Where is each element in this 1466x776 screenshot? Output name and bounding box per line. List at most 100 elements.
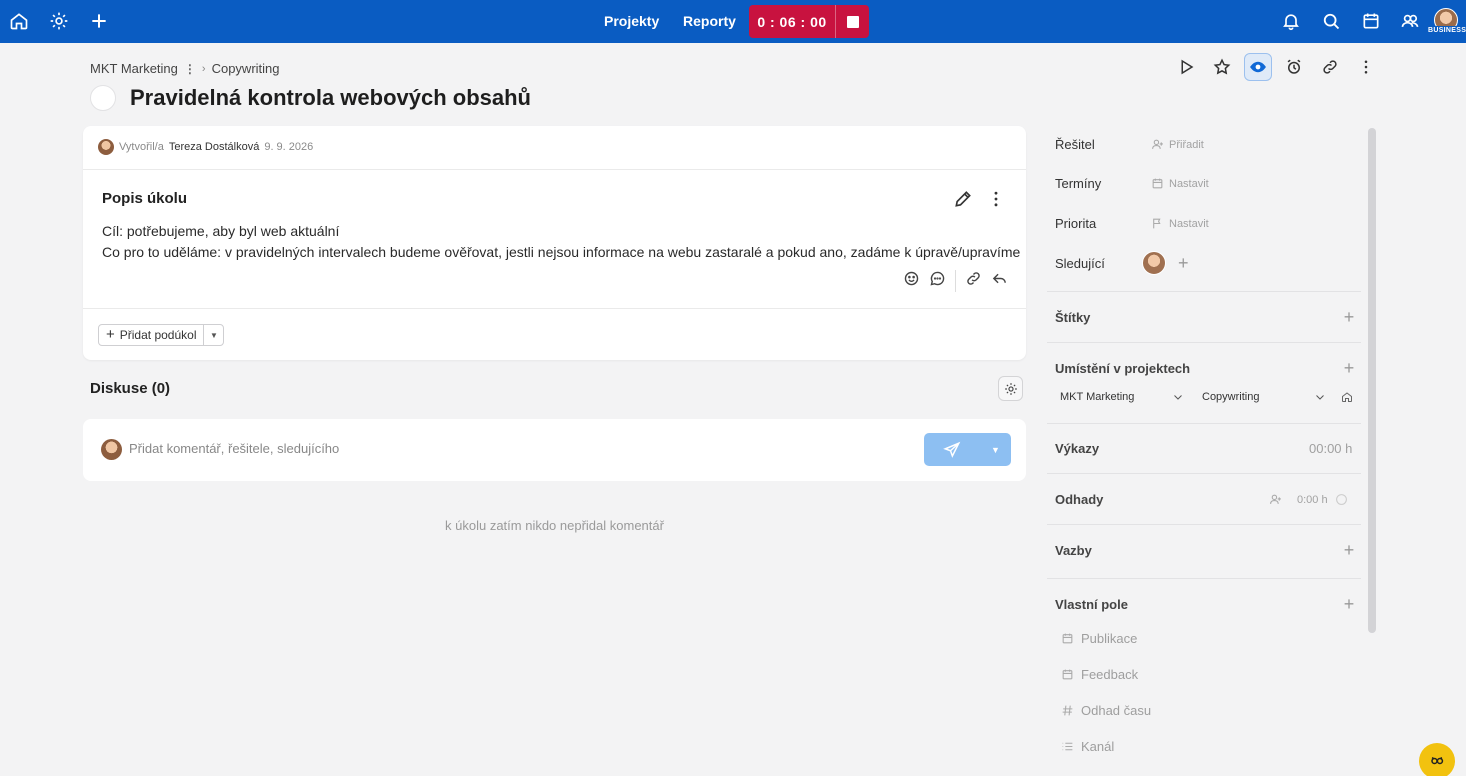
created-label: Vytvořil/a (119, 141, 164, 153)
set-priority-button[interactable]: Nastavit (1151, 217, 1209, 230)
send-button[interactable]: ▼ (924, 433, 1011, 466)
search-icon[interactable] (1320, 10, 1342, 32)
description-line: Co pro to uděláme: v pravidelných interv… (102, 244, 1021, 260)
set-dates-button[interactable]: Nastavit (1151, 177, 1209, 190)
calendar-icon[interactable] (1360, 10, 1382, 32)
divider (83, 308, 1026, 309)
description-line: Cíl: potřebujeme, aby byl web aktuální (102, 223, 340, 239)
watch-eye-icon[interactable] (1244, 53, 1272, 81)
section-select[interactable]: Copywriting (1202, 391, 1326, 403)
reports-label: Výkazy (1055, 441, 1100, 456)
page-title[interactable]: Pravidelná kontrola webových obsahů (130, 85, 531, 111)
divider (1047, 578, 1361, 579)
creator-name[interactable]: Tereza Dostálková (169, 141, 260, 153)
add-user-icon[interactable] (1269, 493, 1282, 506)
divider (1047, 342, 1361, 343)
breadcrumb-project[interactable]: MKT Marketing (90, 61, 178, 76)
add-location-icon[interactable]: + (1342, 359, 1356, 377)
more-vertical-icon[interactable] (1352, 53, 1380, 81)
divider (955, 270, 956, 292)
divider (1047, 291, 1361, 292)
home-icon[interactable] (1341, 391, 1355, 403)
custom-field-kanal[interactable]: Kanál (1061, 739, 1114, 754)
custom-field-label: Feedback (1081, 667, 1139, 682)
settings-icon[interactable] (998, 376, 1023, 401)
custom-field-publikace[interactable]: Publikace (1061, 631, 1137, 646)
set-dates-label: Nastavit (1169, 177, 1209, 190)
assignee-label: Řešitel (1055, 137, 1095, 152)
estimates-controls[interactable]: 0:00 h (1269, 493, 1348, 506)
avatar[interactable] (1142, 251, 1166, 275)
link-icon[interactable] (1316, 53, 1344, 81)
priority-label: Priorita (1055, 216, 1097, 231)
created-date: 9. 9. 2026 (264, 141, 314, 153)
timer-value: 0 : 06 : 00 (757, 13, 827, 30)
settings-icon[interactable] (48, 10, 70, 32)
calendar-icon (1062, 669, 1073, 680)
comment-input[interactable] (129, 441, 909, 456)
custom-fields-label: Vlastní pole (1055, 597, 1128, 612)
custom-field-label: Kanál (1081, 739, 1115, 754)
hash-icon (1062, 705, 1073, 716)
play-icon[interactable] (1172, 53, 1200, 81)
circle-progress-icon (1335, 494, 1347, 505)
link-icon[interactable] (965, 270, 982, 292)
reply-icon[interactable] (991, 270, 1008, 292)
home-icon[interactable] (8, 10, 30, 32)
description-heading: Popis úkolu (102, 190, 188, 207)
custom-field-label: Publikace (1081, 631, 1138, 646)
edit-pencil-icon[interactable] (953, 189, 973, 209)
nav-reporty[interactable]: Reporty (683, 13, 736, 29)
more-vertical-icon[interactable] (986, 189, 1006, 209)
custom-field-label: Odhad času (1081, 703, 1152, 718)
breadcrumb: MKT Marketing ⋮ › Copywriting (90, 61, 280, 76)
empty-comments-message: k úkolu zatím nikdo nepřidal komentář (445, 518, 664, 533)
more-vertical-icon[interactable]: ⋮ (184, 62, 196, 76)
business-badge: BUSINESS (1426, 26, 1466, 35)
add-follower-icon[interactable]: + (1178, 254, 1189, 272)
avatar (101, 439, 122, 460)
section-select-value: Copywriting (1202, 391, 1260, 403)
add-custom-field-icon[interactable]: + (1342, 595, 1356, 613)
description-toolbar (903, 270, 1008, 292)
top-bar: Projekty Reporty 0 : 06 : 00 BUSINESS (0, 0, 1466, 43)
chevron-down-icon (1174, 395, 1182, 400)
add-link-icon[interactable]: + (1342, 541, 1356, 559)
team-icon[interactable] (1399, 10, 1421, 32)
breadcrumb-section[interactable]: Copywriting (212, 61, 280, 76)
complete-task-checkbox[interactable] (90, 85, 116, 111)
add-subtask-main[interactable]: + Přidat podúkol (99, 325, 203, 345)
alarm-icon[interactable] (1280, 53, 1308, 81)
calendar-icon (1152, 178, 1163, 189)
chevron-down-icon[interactable]: ▼ (980, 445, 1011, 455)
comment-box: ▼ (83, 419, 1026, 481)
custom-field-feedback[interactable]: Feedback (1061, 667, 1138, 682)
comment-icon[interactable] (929, 270, 946, 292)
scrollbar[interactable] (1368, 128, 1376, 633)
project-select[interactable]: MKT Marketing (1060, 391, 1184, 403)
add-subtask-label: Přidat podúkol (119, 328, 197, 342)
divider (1047, 423, 1361, 424)
plus-icon[interactable] (88, 10, 110, 32)
estimates-label: Odhady (1055, 492, 1104, 507)
add-user-icon (1152, 139, 1163, 149)
estimates-value: 0:00 h (1297, 493, 1328, 506)
divider (83, 169, 1026, 170)
star-icon[interactable] (1208, 53, 1236, 81)
links-label: Vazby (1055, 543, 1092, 558)
custom-field-odhad-casu[interactable]: Odhad času (1061, 703, 1151, 718)
add-subtask-button[interactable]: + Přidat podúkol ▼ (98, 324, 225, 346)
help-mascot-icon[interactable] (1419, 743, 1455, 776)
send-icon[interactable] (924, 441, 980, 459)
nav-projekty[interactable]: Projekty (604, 13, 659, 29)
divider (1047, 524, 1361, 525)
chevron-down-icon[interactable]: ▼ (203, 325, 223, 345)
chevron-down-icon (1316, 395, 1324, 400)
assign-button[interactable]: Přiřadit (1151, 138, 1204, 151)
stop-timer-button[interactable] (836, 5, 869, 38)
bell-icon[interactable] (1280, 10, 1302, 32)
followers-label: Sledující (1055, 256, 1105, 271)
add-tag-icon[interactable]: + (1342, 308, 1356, 326)
emoji-icon[interactable] (903, 270, 920, 292)
set-priority-label: Nastavit (1169, 217, 1209, 230)
